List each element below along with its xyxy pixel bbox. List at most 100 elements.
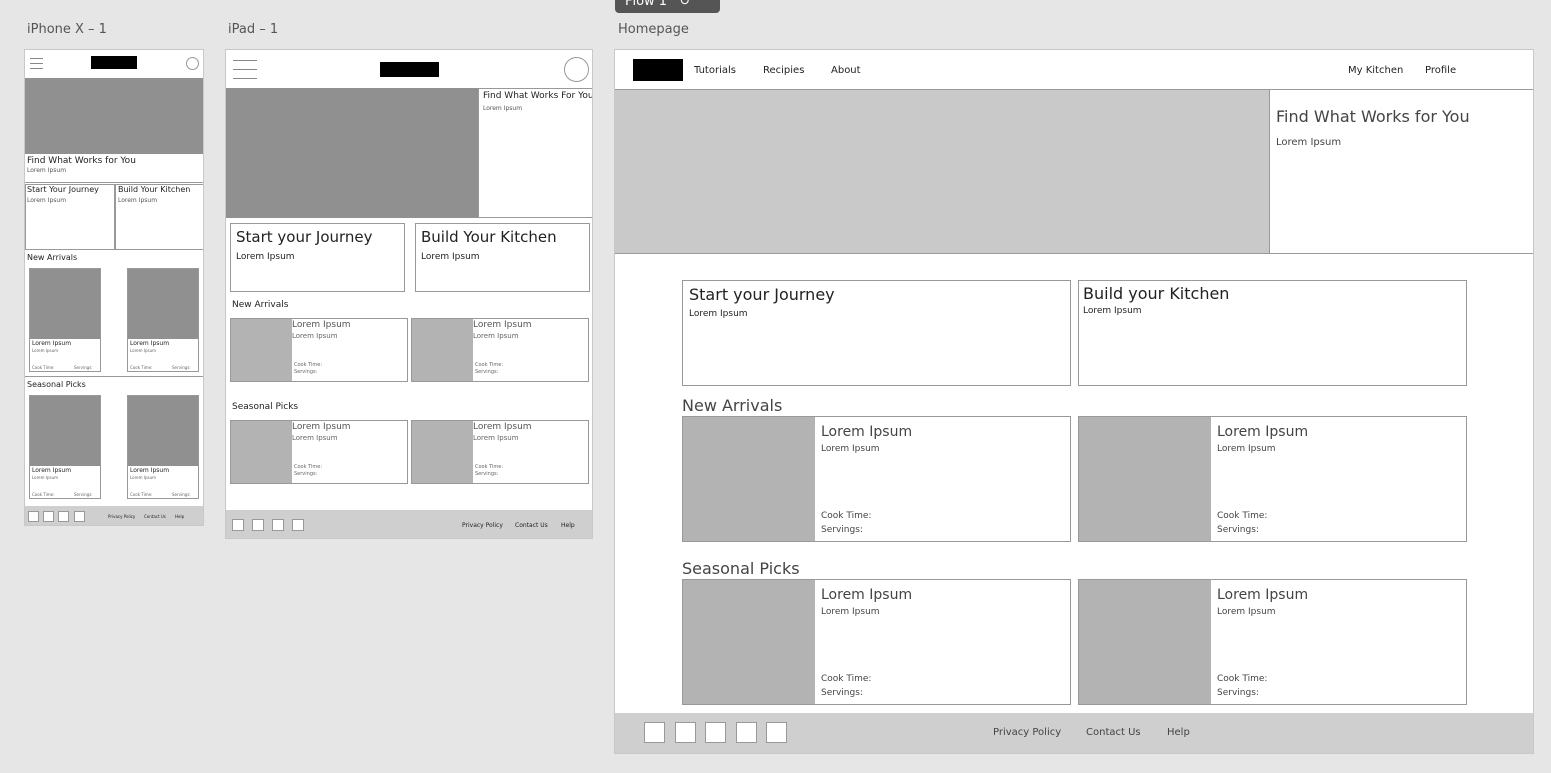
card-title: Lorem Ipsum <box>821 424 913 440</box>
social-icon[interactable] <box>644 722 665 743</box>
card-title: Lorem Ipsum <box>292 422 351 432</box>
card-sub: Lorem Ipsum <box>1217 607 1276 617</box>
journey-card[interactable]: Start Your Journey Lorem Ipsum <box>25 184 115 250</box>
kitchen-title: Build Your Kitchen <box>421 228 557 246</box>
nav-my-kitchen[interactable]: My Kitchen <box>1348 65 1403 76</box>
recipe-card[interactable]: Lorem Ipsum Lorem Ipsum Cook Time: Servi… <box>127 395 199 499</box>
social-icon[interactable] <box>292 519 304 531</box>
recipe-card[interactable]: Lorem Ipsum Lorem Ipsum Cook Time: Servi… <box>682 416 1071 542</box>
social-icon[interactable] <box>74 511 85 522</box>
servings: Servings: <box>74 365 93 370</box>
recipe-card[interactable]: Lorem Ipsum Lorem Ipsum Cook Time: Servi… <box>230 420 408 484</box>
iphone-artboard[interactable]: Find What Works for You Lorem Ipsum Star… <box>24 49 204 526</box>
recipe-card[interactable]: Lorem Ipsum Lorem Ipsum Cook Time: Servi… <box>1078 416 1467 542</box>
footer-help-link[interactable]: Help <box>175 514 184 519</box>
hero-image <box>25 78 203 154</box>
nav-about[interactable]: About <box>831 65 861 76</box>
journey-card[interactable]: Start your Journey Lorem Ipsum <box>230 223 405 292</box>
recipe-image <box>128 396 198 466</box>
cook-time: Cook Time: <box>475 464 504 470</box>
recipe-card[interactable]: Lorem Ipsum Lorem Ipsum Cook Time: Servi… <box>1078 579 1467 705</box>
hero-image <box>615 90 1269 253</box>
servings: Servings: <box>1217 525 1259 535</box>
profile-avatar-icon[interactable] <box>564 57 589 82</box>
recipe-card[interactable]: Lorem Ipsum Lorem Ipsum Cook Time: Servi… <box>682 579 1071 705</box>
nav-recipies[interactable]: Recipies <box>763 65 804 76</box>
journey-text: Lorem Ipsum <box>236 252 295 262</box>
journey-title: Start Your Journey <box>27 185 99 194</box>
nav-profile[interactable]: Profile <box>1425 65 1456 76</box>
recipe-card[interactable]: Lorem Ipsum Lorem Ipsum Cook Time: Servi… <box>127 268 199 372</box>
card-sub: Lorem Ipsum <box>473 332 519 340</box>
social-icon[interactable] <box>272 519 284 531</box>
card-title: Lorem Ipsum <box>821 587 913 603</box>
recipe-card[interactable]: Lorem Ipsum Lorem Ipsum Cook Time: Servi… <box>230 318 408 382</box>
card-sub: Lorem Ipsum <box>821 444 880 454</box>
hero-panel: Find What Works For You Lorem Ipsum <box>478 88 593 218</box>
kitchen-card[interactable]: Build your Kitchen Lorem Ipsum <box>1078 280 1467 386</box>
social-icon[interactable] <box>232 519 244 531</box>
footer-contact-link[interactable]: Contact Us <box>144 514 166 519</box>
new-arrivals-heading: New Arrivals <box>682 396 783 415</box>
kitchen-card[interactable]: Build Your Kitchen Lorem Ipsum <box>415 223 590 292</box>
footer-privacy-link[interactable]: Privacy Policy <box>993 727 1061 738</box>
cook-time: Cook Time: <box>821 674 872 684</box>
cook-time: Cook Time: <box>294 362 323 368</box>
ipad-artboard[interactable]: Find What Works For You Lorem Ipsum Star… <box>225 49 593 539</box>
cook-time: Cook Time: <box>32 492 55 497</box>
cook-time: Cook Time: <box>32 365 55 370</box>
card-title: Lorem Ipsum <box>130 467 170 474</box>
social-icon[interactable] <box>736 722 757 743</box>
journey-text: Lorem Ipsum <box>689 309 748 319</box>
footer-privacy-link[interactable]: Privacy Policy <box>462 522 503 529</box>
homepage-artboard[interactable]: Tutorials Recipies About My Kitchen Prof… <box>614 49 1534 754</box>
card-sub: Lorem Ipsum <box>292 332 338 340</box>
hero-title: Find What Works for You <box>27 156 136 166</box>
hero-image <box>226 88 478 218</box>
journey-card[interactable]: Start your Journey Lorem Ipsum <box>682 280 1071 386</box>
footer-help-link[interactable]: Help <box>1167 727 1190 738</box>
nav-tutorials[interactable]: Tutorials <box>694 65 736 76</box>
recipe-card[interactable]: Lorem Ipsum Lorem Ipsum Cook Time: Servi… <box>411 420 589 484</box>
logo[interactable] <box>91 56 137 69</box>
hamburger-icon[interactable] <box>233 60 257 80</box>
social-icon[interactable] <box>58 511 69 522</box>
card-title: Lorem Ipsum <box>473 422 532 432</box>
kitchen-card[interactable]: Build Your Kitchen Lorem Ipsum <box>115 184 203 250</box>
artboard-label-iphone[interactable]: iPhone X – 1 <box>27 22 107 37</box>
kitchen-text: Lorem Ipsum <box>421 252 480 262</box>
recipe-image <box>231 319 292 381</box>
footer-contact-link[interactable]: Contact Us <box>515 522 548 529</box>
flow-pill[interactable]: Flow 1 ↻ <box>615 0 720 13</box>
servings: Servings: <box>475 471 499 477</box>
social-icon[interactable] <box>252 519 264 531</box>
logo[interactable] <box>380 62 439 77</box>
cook-time: Cook Time: <box>1217 511 1268 521</box>
profile-avatar-icon[interactable] <box>186 57 199 70</box>
artboard-label-ipad[interactable]: iPad – 1 <box>228 22 278 37</box>
recipe-card[interactable]: Lorem Ipsum Lorem Ipsum Cook Time: Servi… <box>411 318 589 382</box>
social-icon[interactable] <box>766 722 787 743</box>
artboard-label-homepage[interactable]: Homepage <box>618 22 689 37</box>
social-icon[interactable] <box>675 722 696 743</box>
hero-text: Lorem Ipsum <box>483 105 523 112</box>
card-title: Lorem Ipsum <box>292 320 351 330</box>
recipe-image <box>128 269 198 339</box>
hamburger-icon[interactable] <box>30 58 43 70</box>
social-icon[interactable] <box>43 511 54 522</box>
recipe-card[interactable]: Lorem Ipsum Lorem Ipsum Cook Time: Servi… <box>29 395 101 499</box>
recipe-card[interactable]: Lorem Ipsum Lorem Ipsum Cook Time: Servi… <box>29 268 101 372</box>
logo[interactable] <box>633 59 683 81</box>
social-icon[interactable] <box>705 722 726 743</box>
card-sub: Lorem Ipsum <box>32 475 59 480</box>
social-icon[interactable] <box>28 511 39 522</box>
recipe-image <box>231 421 292 483</box>
footer-privacy-link[interactable]: Privacy Policy <box>108 514 135 519</box>
footer-help-link[interactable]: Help <box>561 522 575 529</box>
servings: Servings: <box>821 688 863 698</box>
footer-contact-link[interactable]: Contact Us <box>1086 727 1141 738</box>
servings: Servings: <box>294 369 318 375</box>
card-sub: Lorem Ipsum <box>821 607 880 617</box>
seasonal-heading: Seasonal Picks <box>682 559 800 578</box>
hero-title: Find What Works For You <box>483 91 593 101</box>
